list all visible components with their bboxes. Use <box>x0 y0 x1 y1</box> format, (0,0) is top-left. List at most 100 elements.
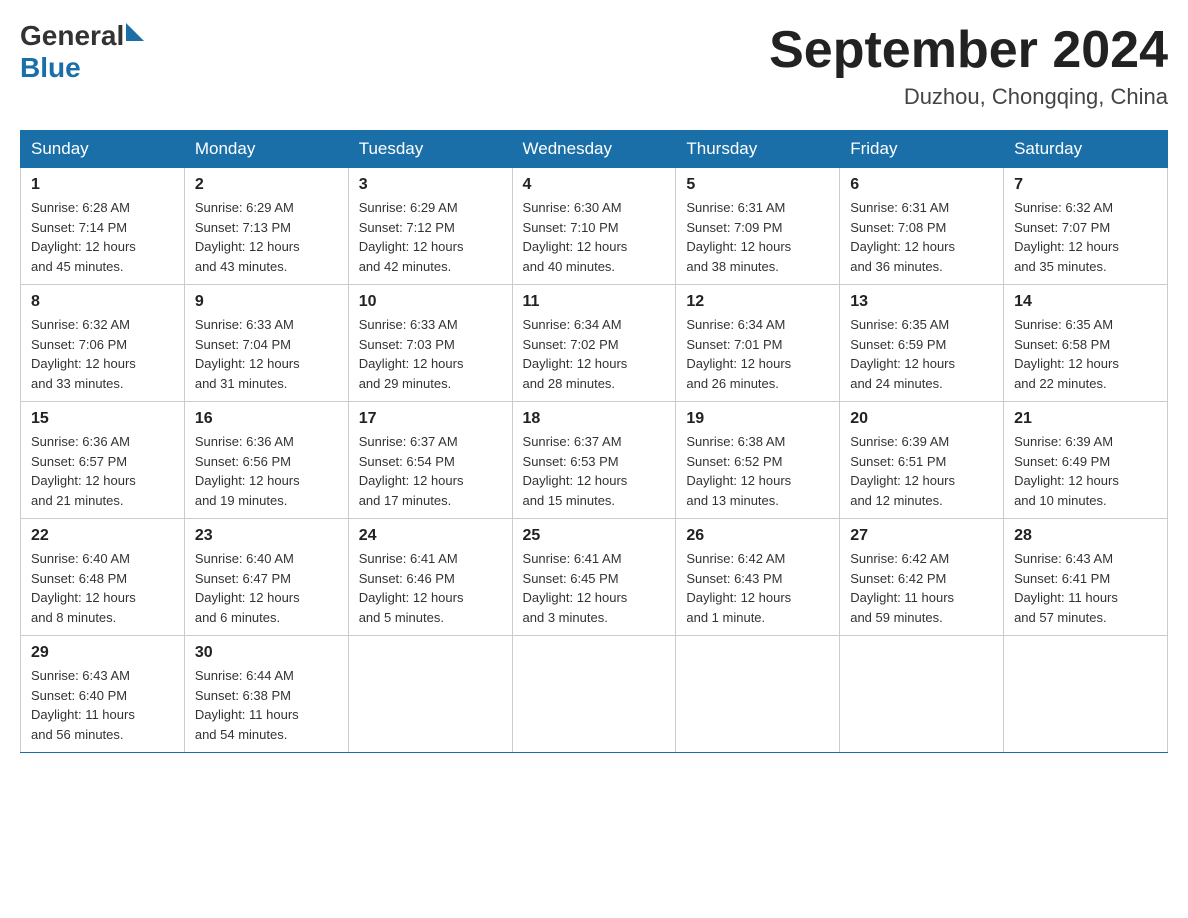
day-number: 18 <box>523 410 666 428</box>
calendar-cell: 26 Sunrise: 6:42 AMSunset: 6:43 PMDaylig… <box>676 519 840 636</box>
calendar-cell: 7 Sunrise: 6:32 AMSunset: 7:07 PMDayligh… <box>1004 168 1168 285</box>
day-number: 22 <box>31 527 174 545</box>
day-number: 23 <box>195 527 338 545</box>
day-info: Sunrise: 6:38 AMSunset: 6:52 PMDaylight:… <box>686 432 829 510</box>
day-info: Sunrise: 6:28 AMSunset: 7:14 PMDaylight:… <box>31 198 174 276</box>
calendar-cell: 27 Sunrise: 6:42 AMSunset: 6:42 PMDaylig… <box>840 519 1004 636</box>
calendar-cell <box>348 636 512 753</box>
calendar-cell <box>1004 636 1168 753</box>
day-info: Sunrise: 6:29 AMSunset: 7:12 PMDaylight:… <box>359 198 502 276</box>
calendar-cell: 13 Sunrise: 6:35 AMSunset: 6:59 PMDaylig… <box>840 285 1004 402</box>
day-info: Sunrise: 6:31 AMSunset: 7:09 PMDaylight:… <box>686 198 829 276</box>
day-info: Sunrise: 6:30 AMSunset: 7:10 PMDaylight:… <box>523 198 666 276</box>
logo-general-text: General <box>20 20 124 52</box>
day-number: 10 <box>359 293 502 311</box>
day-number: 9 <box>195 293 338 311</box>
day-info: Sunrise: 6:37 AMSunset: 6:54 PMDaylight:… <box>359 432 502 510</box>
day-info: Sunrise: 6:36 AMSunset: 6:56 PMDaylight:… <box>195 432 338 510</box>
header-saturday: Saturday <box>1004 131 1168 168</box>
calendar-cell: 19 Sunrise: 6:38 AMSunset: 6:52 PMDaylig… <box>676 402 840 519</box>
calendar-cell: 25 Sunrise: 6:41 AMSunset: 6:45 PMDaylig… <box>512 519 676 636</box>
day-number: 20 <box>850 410 993 428</box>
calendar-week-row: 15 Sunrise: 6:36 AMSunset: 6:57 PMDaylig… <box>21 402 1168 519</box>
calendar-week-row: 1 Sunrise: 6:28 AMSunset: 7:14 PMDayligh… <box>21 168 1168 285</box>
day-number: 26 <box>686 527 829 545</box>
day-info: Sunrise: 6:33 AMSunset: 7:03 PMDaylight:… <box>359 315 502 393</box>
calendar-cell: 14 Sunrise: 6:35 AMSunset: 6:58 PMDaylig… <box>1004 285 1168 402</box>
title-section: September 2024 Duzhou, Chongqing, China <box>769 20 1168 110</box>
day-number: 15 <box>31 410 174 428</box>
calendar-cell: 10 Sunrise: 6:33 AMSunset: 7:03 PMDaylig… <box>348 285 512 402</box>
calendar-cell: 11 Sunrise: 6:34 AMSunset: 7:02 PMDaylig… <box>512 285 676 402</box>
calendar-week-row: 22 Sunrise: 6:40 AMSunset: 6:48 PMDaylig… <box>21 519 1168 636</box>
day-info: Sunrise: 6:41 AMSunset: 6:46 PMDaylight:… <box>359 549 502 627</box>
header-friday: Friday <box>840 131 1004 168</box>
calendar-cell: 30 Sunrise: 6:44 AMSunset: 6:38 PMDaylig… <box>184 636 348 753</box>
day-info: Sunrise: 6:43 AMSunset: 6:41 PMDaylight:… <box>1014 549 1157 627</box>
day-number: 24 <box>359 527 502 545</box>
day-number: 21 <box>1014 410 1157 428</box>
day-info: Sunrise: 6:39 AMSunset: 6:51 PMDaylight:… <box>850 432 993 510</box>
header-tuesday: Tuesday <box>348 131 512 168</box>
calendar-cell: 24 Sunrise: 6:41 AMSunset: 6:46 PMDaylig… <box>348 519 512 636</box>
day-number: 30 <box>195 644 338 662</box>
calendar-cell: 9 Sunrise: 6:33 AMSunset: 7:04 PMDayligh… <box>184 285 348 402</box>
calendar-header-row: SundayMondayTuesdayWednesdayThursdayFrid… <box>21 131 1168 168</box>
day-info: Sunrise: 6:34 AMSunset: 7:01 PMDaylight:… <box>686 315 829 393</box>
header-monday: Monday <box>184 131 348 168</box>
calendar-week-row: 8 Sunrise: 6:32 AMSunset: 7:06 PMDayligh… <box>21 285 1168 402</box>
day-number: 12 <box>686 293 829 311</box>
calendar-cell: 28 Sunrise: 6:43 AMSunset: 6:41 PMDaylig… <box>1004 519 1168 636</box>
day-info: Sunrise: 6:40 AMSunset: 6:47 PMDaylight:… <box>195 549 338 627</box>
calendar-cell: 3 Sunrise: 6:29 AMSunset: 7:12 PMDayligh… <box>348 168 512 285</box>
day-number: 1 <box>31 176 174 194</box>
day-info: Sunrise: 6:39 AMSunset: 6:49 PMDaylight:… <box>1014 432 1157 510</box>
day-number: 13 <box>850 293 993 311</box>
calendar-cell: 29 Sunrise: 6:43 AMSunset: 6:40 PMDaylig… <box>21 636 185 753</box>
calendar-cell <box>840 636 1004 753</box>
day-number: 14 <box>1014 293 1157 311</box>
calendar-cell: 18 Sunrise: 6:37 AMSunset: 6:53 PMDaylig… <box>512 402 676 519</box>
logo-blue-text: Blue <box>20 52 144 84</box>
day-number: 17 <box>359 410 502 428</box>
page-header: General Blue September 2024 Duzhou, Chon… <box>20 20 1168 110</box>
day-number: 11 <box>523 293 666 311</box>
header-thursday: Thursday <box>676 131 840 168</box>
day-info: Sunrise: 6:35 AMSunset: 6:58 PMDaylight:… <box>1014 315 1157 393</box>
day-number: 6 <box>850 176 993 194</box>
calendar-cell <box>676 636 840 753</box>
day-number: 28 <box>1014 527 1157 545</box>
calendar-cell <box>512 636 676 753</box>
day-info: Sunrise: 6:44 AMSunset: 6:38 PMDaylight:… <box>195 666 338 744</box>
header-sunday: Sunday <box>21 131 185 168</box>
calendar-table: SundayMondayTuesdayWednesdayThursdayFrid… <box>20 130 1168 753</box>
day-number: 8 <box>31 293 174 311</box>
day-info: Sunrise: 6:42 AMSunset: 6:42 PMDaylight:… <box>850 549 993 627</box>
day-number: 25 <box>523 527 666 545</box>
day-number: 4 <box>523 176 666 194</box>
day-info: Sunrise: 6:43 AMSunset: 6:40 PMDaylight:… <box>31 666 174 744</box>
day-number: 27 <box>850 527 993 545</box>
day-info: Sunrise: 6:37 AMSunset: 6:53 PMDaylight:… <box>523 432 666 510</box>
day-number: 2 <box>195 176 338 194</box>
calendar-cell: 21 Sunrise: 6:39 AMSunset: 6:49 PMDaylig… <box>1004 402 1168 519</box>
calendar-cell: 5 Sunrise: 6:31 AMSunset: 7:09 PMDayligh… <box>676 168 840 285</box>
calendar-cell: 12 Sunrise: 6:34 AMSunset: 7:01 PMDaylig… <box>676 285 840 402</box>
calendar-cell: 17 Sunrise: 6:37 AMSunset: 6:54 PMDaylig… <box>348 402 512 519</box>
day-info: Sunrise: 6:31 AMSunset: 7:08 PMDaylight:… <box>850 198 993 276</box>
day-info: Sunrise: 6:34 AMSunset: 7:02 PMDaylight:… <box>523 315 666 393</box>
day-info: Sunrise: 6:42 AMSunset: 6:43 PMDaylight:… <box>686 549 829 627</box>
day-info: Sunrise: 6:36 AMSunset: 6:57 PMDaylight:… <box>31 432 174 510</box>
calendar-cell: 16 Sunrise: 6:36 AMSunset: 6:56 PMDaylig… <box>184 402 348 519</box>
calendar-cell: 8 Sunrise: 6:32 AMSunset: 7:06 PMDayligh… <box>21 285 185 402</box>
day-number: 16 <box>195 410 338 428</box>
calendar-cell: 1 Sunrise: 6:28 AMSunset: 7:14 PMDayligh… <box>21 168 185 285</box>
day-info: Sunrise: 6:32 AMSunset: 7:06 PMDaylight:… <box>31 315 174 393</box>
calendar-subtitle: Duzhou, Chongqing, China <box>769 84 1168 110</box>
calendar-cell: 20 Sunrise: 6:39 AMSunset: 6:51 PMDaylig… <box>840 402 1004 519</box>
calendar-title: September 2024 <box>769 20 1168 80</box>
day-info: Sunrise: 6:40 AMSunset: 6:48 PMDaylight:… <box>31 549 174 627</box>
calendar-week-row: 29 Sunrise: 6:43 AMSunset: 6:40 PMDaylig… <box>21 636 1168 753</box>
logo: General Blue <box>20 20 144 84</box>
header-wednesday: Wednesday <box>512 131 676 168</box>
